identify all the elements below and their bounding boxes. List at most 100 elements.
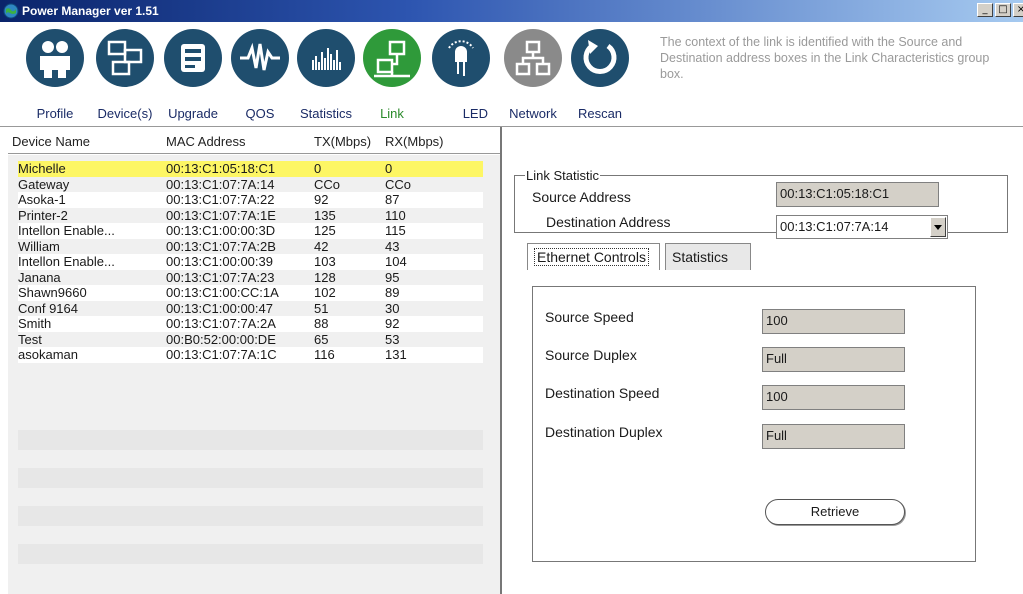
- toolbar-rescan-button[interactable]: Rescan: [570, 29, 630, 125]
- source-duplex-label: Source Duplex: [545, 347, 637, 363]
- retrieve-button[interactable]: Retrieve: [765, 499, 905, 525]
- tab-label: Ethernet Controls: [534, 248, 649, 266]
- table-row[interactable]: Intellon Enable... 00:13:C1:00:00:39 103 10…: [18, 254, 483, 270]
- cell-mac: 00:B0:52:00:00:DE: [166, 331, 276, 347]
- cell-tx: 0: [314, 161, 322, 176]
- cell-name: Smith: [18, 316, 52, 331]
- close-button[interactable]: ×: [1013, 3, 1023, 17]
- device-list: Device Name MAC Address TX(Mbps) RX(Mbps…: [8, 127, 500, 594]
- toolbar-profile-button[interactable]: Profile: [24, 29, 86, 125]
- computers-icon: [96, 29, 154, 87]
- link-panel: Link Statistic Source Address 00:13:C1:0…: [502, 127, 1023, 594]
- device-list-header: Device Name MAC Address TX(Mbps) RX(Mbps…: [8, 127, 500, 154]
- table-row[interactable]: Conf 9164 00:13:C1:00:00:47 51 30: [18, 300, 483, 317]
- cell-name: Asoka-1: [18, 192, 66, 207]
- table-row[interactable]: Shawn9660 00:13:C1:00:CC:1A 102 89: [18, 285, 483, 301]
- app-globe-icon: [3, 3, 19, 19]
- ethernet-controls-panel: Source Speed 100 Source Duplex Full Dest…: [532, 286, 976, 562]
- toolbar-label: Device(s): [97, 106, 153, 121]
- chevron-down-icon[interactable]: [930, 217, 946, 237]
- destination-address-dropdown[interactable]: 00:13:C1:07:7A:14: [776, 215, 948, 239]
- cell-rx: 131: [385, 347, 407, 362]
- cell-mac: 00:13:C1:07:7A:2A: [166, 316, 276, 331]
- column-header-rx[interactable]: RX(Mbps): [385, 134, 444, 149]
- toolbar: Profile Device(s) Upgrade QOS Statistics…: [0, 22, 1023, 126]
- column-header-device-name[interactable]: Device Name: [12, 134, 90, 149]
- table-row[interactable]: Gateway 00:13:C1:07:7A:14 CCo CCo: [18, 176, 483, 193]
- column-header-mac-address[interactable]: MAC Address: [166, 134, 245, 149]
- table-row-selected[interactable]: Michelle 00:13:C1:05:18:C1 0 0: [18, 161, 483, 177]
- cell-rx: 30: [385, 300, 400, 316]
- column-header-tx[interactable]: TX(Mbps): [314, 134, 371, 149]
- cell-mac: 00:13:C1:07:7A:23: [166, 269, 275, 285]
- destination-duplex-label: Destination Duplex: [545, 424, 663, 440]
- cell-mac: 00:13:C1:07:7A:1C: [166, 347, 277, 362]
- cell-rx: 53: [385, 331, 400, 347]
- cell-rx: 104: [385, 254, 407, 269]
- toolbar-label: QOS: [245, 106, 275, 121]
- source-speed-label: Source Speed: [545, 309, 634, 325]
- empty-row: [18, 544, 483, 564]
- cell-name: Gateway: [18, 176, 70, 192]
- cell-tx: CCo: [314, 176, 341, 192]
- tab-ethernet-controls[interactable]: Ethernet Controls: [527, 243, 660, 270]
- destination-duplex-field: Full: [762, 424, 905, 449]
- toolbar-upgrade-button[interactable]: Upgrade: [160, 29, 226, 125]
- cell-name: Shawn9660: [18, 285, 87, 300]
- toolbar-network-button[interactable]: Network: [503, 29, 563, 125]
- cell-tx: 42: [314, 238, 329, 254]
- cell-mac: 00:13:C1:05:18:C1: [166, 161, 276, 176]
- toolbar-label: Rescan: [577, 106, 623, 121]
- cell-tx: 51: [314, 300, 329, 316]
- cell-rx: 110: [385, 207, 406, 223]
- led-bulb-icon: [432, 29, 490, 87]
- table-row[interactable]: Printer-2 00:13:C1:07:7A:1E 135 110: [18, 207, 483, 224]
- context-hint-text: The context of the link is identified wi…: [660, 35, 990, 81]
- upgrade-icon: [164, 29, 222, 87]
- toolbar-label: Profile: [36, 106, 74, 121]
- empty-row: [18, 468, 483, 488]
- toolbar-label: LED: [462, 106, 488, 121]
- cell-mac: 00:13:C1:07:7A:1E: [166, 207, 276, 223]
- table-row[interactable]: Janana 00:13:C1:07:7A:23 128 95: [18, 269, 483, 286]
- network-tree-icon: [504, 29, 562, 87]
- toolbar-qos-button[interactable]: QOS: [229, 29, 291, 125]
- destination-speed-label: Destination Speed: [545, 385, 660, 401]
- toolbar-statistics-button[interactable]: Statistics: [294, 29, 358, 125]
- cell-name: Intellon Enable...: [18, 254, 115, 269]
- table-row[interactable]: Asoka-1 00:13:C1:07:7A:22 92 87: [18, 192, 483, 208]
- tab-statistics[interactable]: Statistics: [665, 243, 751, 270]
- cell-name: William: [18, 238, 60, 254]
- cell-mac: 00:13:C1:00:CC:1A: [166, 285, 279, 300]
- cell-rx: 89: [385, 285, 400, 300]
- source-address-label: Source Address: [532, 189, 631, 205]
- cell-rx: 87: [385, 192, 400, 207]
- cell-mac: 00:13:C1:00:00:39: [166, 254, 273, 269]
- cell-tx: 116: [314, 347, 335, 362]
- cell-mac: 00:13:C1:07:7A:14: [166, 176, 275, 192]
- maximize-button[interactable]: □: [995, 3, 1011, 17]
- toolbar-link-button[interactable]: Link: [362, 29, 422, 125]
- cell-tx: 128: [314, 269, 336, 285]
- minimize-button[interactable]: _: [977, 3, 993, 17]
- toolbar-devices-button[interactable]: Device(s): [89, 29, 161, 125]
- destination-address-value: 00:13:C1:07:7A:14: [780, 219, 889, 234]
- cell-rx: 115: [385, 223, 406, 238]
- cell-tx: 92: [314, 192, 329, 207]
- table-row[interactable]: William 00:13:C1:07:7A:2B 42 43: [18, 238, 483, 255]
- cell-name: Printer-2: [18, 207, 68, 223]
- table-row[interactable]: Test 00:B0:52:00:00:DE 65 53: [18, 331, 483, 348]
- table-row[interactable]: asokaman 00:13:C1:07:7A:1C 116 131: [18, 347, 483, 363]
- destination-address-label: Destination Address: [546, 214, 671, 230]
- cell-name: Conf 9164: [18, 300, 78, 316]
- refresh-icon: [571, 29, 629, 87]
- empty-row: [18, 506, 483, 526]
- cell-rx: 95: [385, 269, 400, 285]
- cell-name: Janana: [18, 269, 61, 285]
- users-icon: [26, 29, 84, 87]
- table-row[interactable]: Intellon Enable... 00:13:C1:00:00:3D 125 11…: [18, 223, 483, 239]
- cell-tx: 65: [314, 331, 329, 347]
- toolbar-led-button[interactable]: LED: [430, 29, 492, 125]
- cell-mac: 00:13:C1:07:7A:22: [166, 192, 275, 207]
- table-row[interactable]: Smith 00:13:C1:07:7A:2A 88 92: [18, 316, 483, 332]
